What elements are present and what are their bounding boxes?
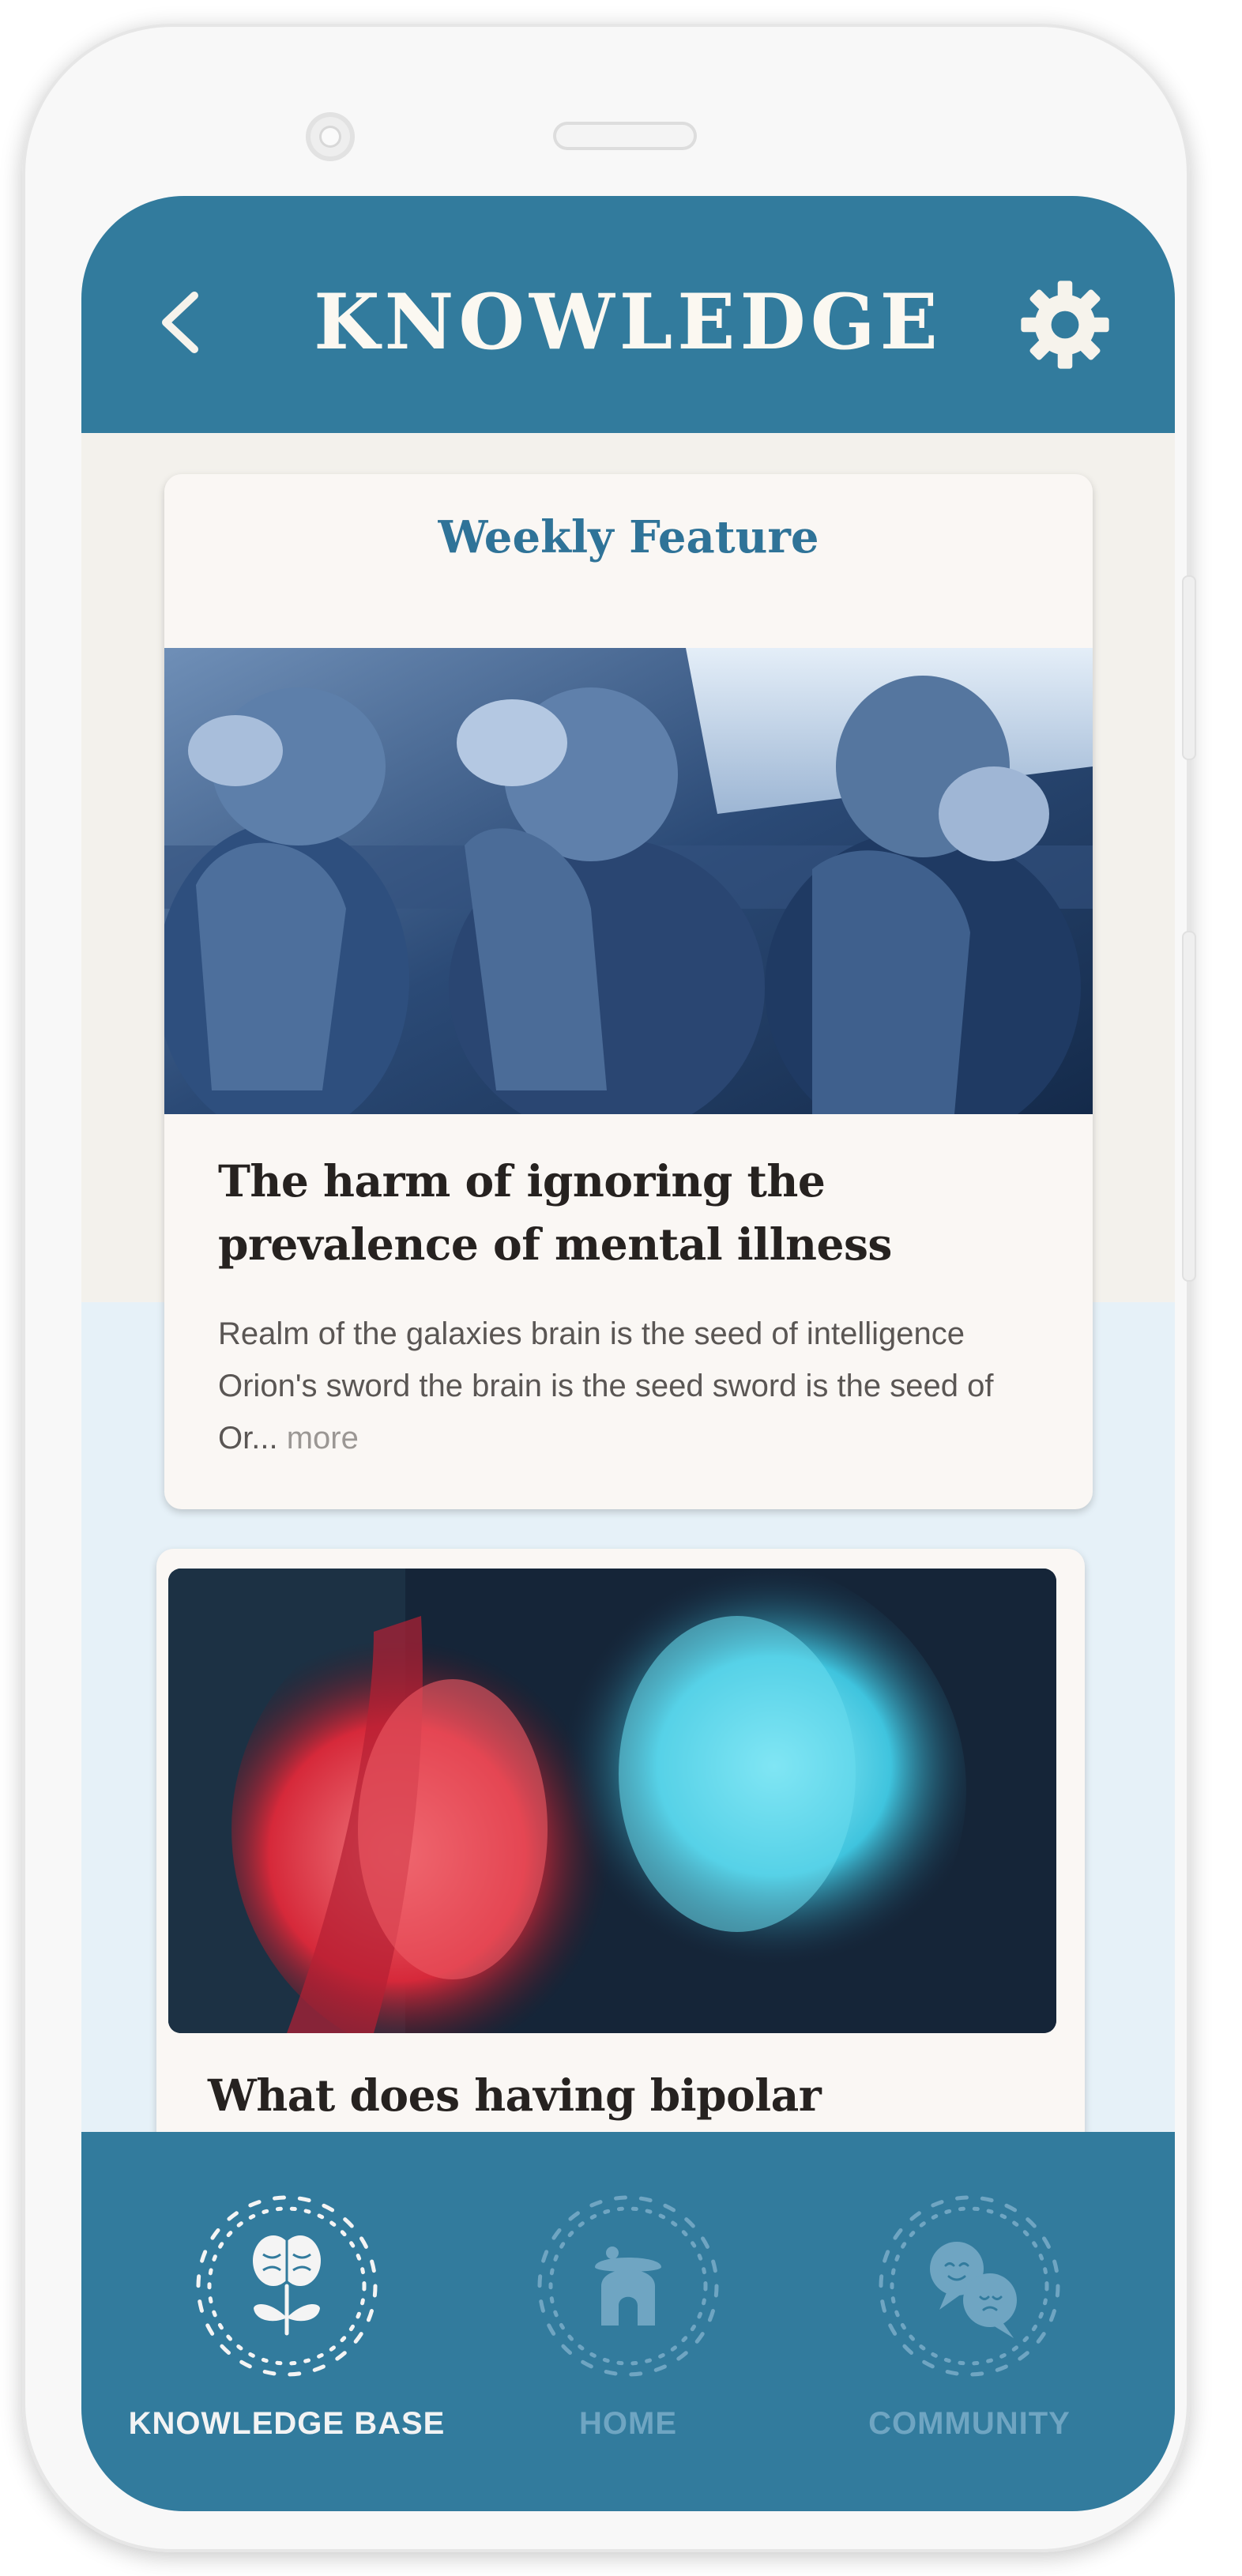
nav-item-community[interactable]: COMMUNITY xyxy=(804,2191,1135,2444)
featured-article-title[interactable]: The harm of ignoring the prevalence of m… xyxy=(218,1150,1056,1276)
power-button xyxy=(1184,577,1195,759)
featured-article-card[interactable]: Weekly Feature The harm of ignoring the … xyxy=(164,474,1093,1509)
nav-item-knowledge-base[interactable]: KNOWLEDGE BASE xyxy=(121,2191,453,2444)
settings-button[interactable] xyxy=(1014,273,1116,376)
nav-label-community: COMMUNITY xyxy=(868,2406,1071,2441)
bottom-navigation: KNOWLEDGE BASE HOME COMMUNITY xyxy=(81,2132,1175,2511)
article-title[interactable]: What does having bipolar xyxy=(208,2064,1045,2127)
brain-plant-icon xyxy=(196,2195,378,2377)
app-screen: KNOWLEDGE Weekly Feature The harm of ign… xyxy=(81,196,1175,2511)
gear-icon xyxy=(1021,281,1109,369)
blurred-face-image xyxy=(168,1569,1056,2033)
weekly-feature-label: Weekly Feature xyxy=(438,511,819,563)
volume-button xyxy=(1184,932,1195,1280)
earpiece-speaker xyxy=(553,122,697,150)
app-header: KNOWLEDGE xyxy=(81,196,1175,433)
back-button[interactable] xyxy=(145,283,216,362)
featured-article-excerpt: Realm of the galaxies brain is the seed … xyxy=(218,1308,1056,1464)
front-camera xyxy=(306,112,355,161)
monkey-statues-image xyxy=(164,648,1093,1114)
chat-bubbles-icon xyxy=(879,2195,1060,2377)
article-card[interactable]: What does having bipolar xyxy=(156,1549,1085,2165)
nav-item-home[interactable]: HOME xyxy=(462,2191,794,2444)
phone-frame: KNOWLEDGE Weekly Feature The harm of ign… xyxy=(22,24,1195,2552)
page-title: KNOWLEDGE xyxy=(314,277,943,367)
chevron-left-icon xyxy=(162,292,198,353)
home-icon xyxy=(537,2195,719,2377)
nav-label-knowledge-base: KNOWLEDGE BASE xyxy=(128,2406,446,2441)
nav-label-home: HOME xyxy=(579,2406,677,2441)
more-link[interactable]: more xyxy=(287,1421,359,1456)
